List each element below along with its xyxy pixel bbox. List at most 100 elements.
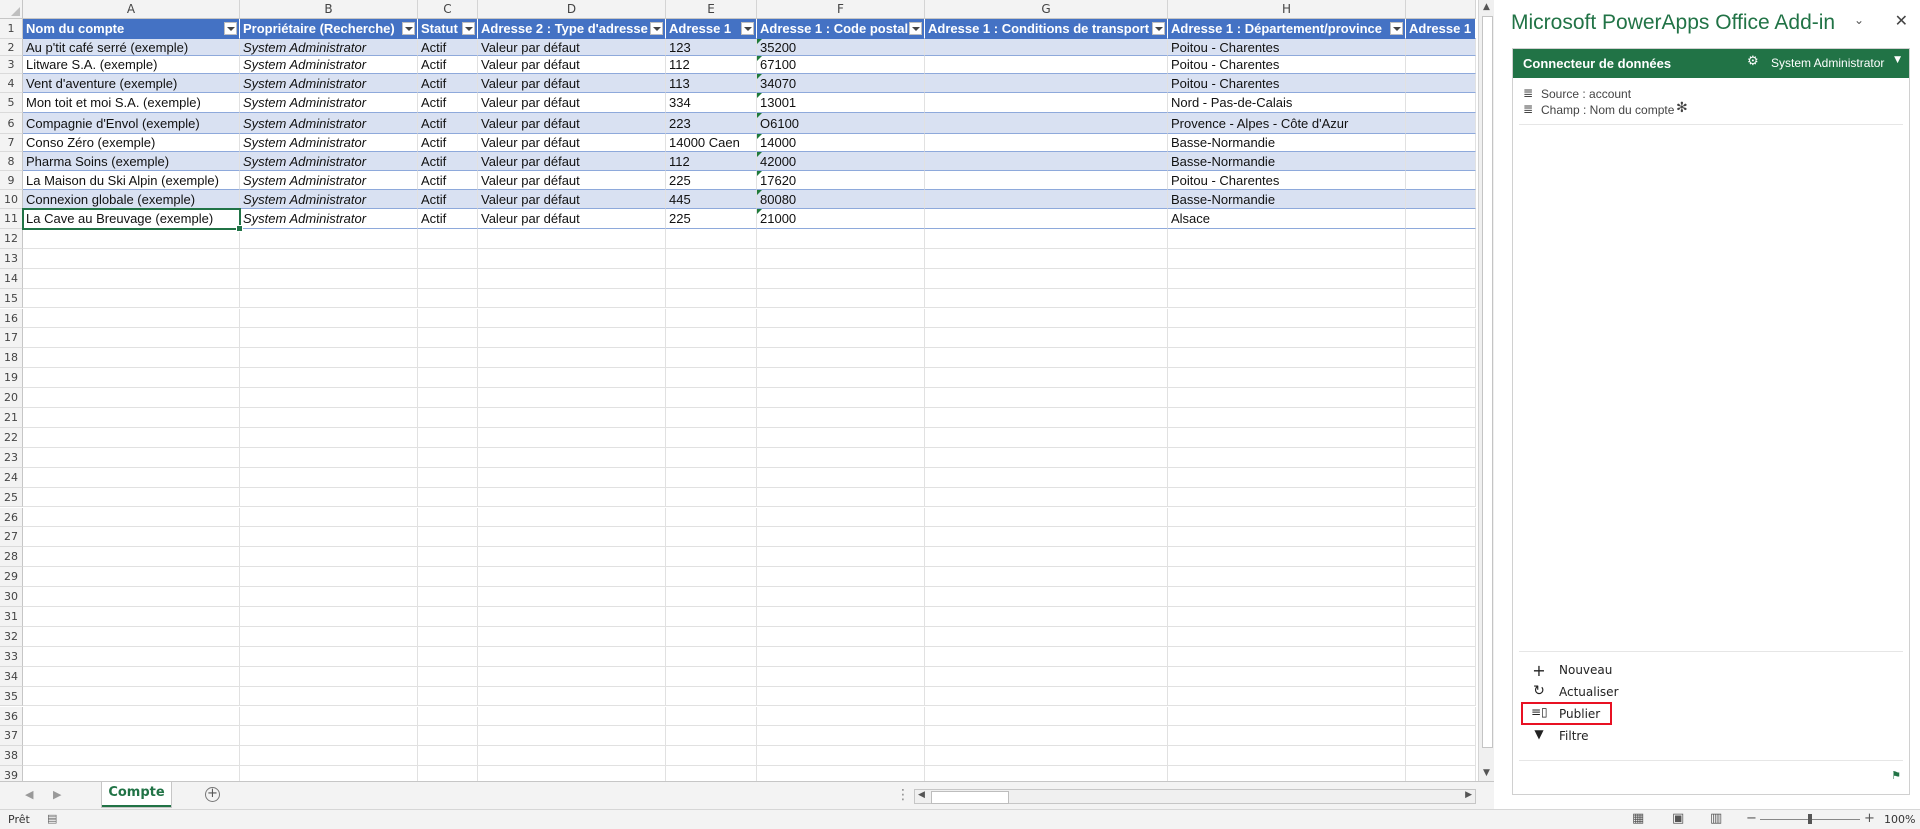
cell[interactable] bbox=[240, 288, 418, 309]
cell[interactable] bbox=[1406, 626, 1476, 647]
cell[interactable] bbox=[1168, 487, 1406, 508]
table-cell[interactable]: Valeur par défaut bbox=[478, 113, 666, 134]
table-cell[interactable]: Actif bbox=[418, 134, 478, 152]
table-cell[interactable]: Poitou - Charentes bbox=[1168, 56, 1406, 74]
cell[interactable] bbox=[666, 328, 757, 349]
table-header-cell[interactable]: Adresse 1 : Code postal bbox=[757, 19, 925, 39]
cell[interactable] bbox=[666, 706, 757, 727]
cell[interactable] bbox=[240, 726, 418, 747]
table-cell[interactable]: System Administrator bbox=[240, 39, 418, 56]
add-sheet-icon[interactable]: + bbox=[205, 787, 220, 802]
cell[interactable] bbox=[925, 507, 1168, 528]
table-cell[interactable]: 225 bbox=[666, 209, 757, 229]
cell[interactable] bbox=[478, 268, 666, 289]
row-header[interactable]: 21 bbox=[0, 408, 23, 428]
cell[interactable] bbox=[1406, 487, 1476, 508]
cell[interactable] bbox=[1406, 706, 1476, 727]
cell[interactable] bbox=[1168, 686, 1406, 707]
table-cell[interactable]: Actif bbox=[418, 74, 478, 93]
cell[interactable] bbox=[240, 368, 418, 389]
cell[interactable] bbox=[240, 348, 418, 369]
column-header[interactable]: C bbox=[418, 0, 478, 19]
pane-options-chevron-icon[interactable]: ⌄ bbox=[1854, 13, 1864, 27]
table-cell[interactable]: Provence - Alpes - Côte d'Azur bbox=[1168, 113, 1406, 134]
cell[interactable] bbox=[240, 766, 418, 781]
table-cell[interactable]: 14000 bbox=[757, 134, 925, 152]
table-cell[interactable]: Actif bbox=[418, 93, 478, 113]
cell[interactable] bbox=[418, 408, 478, 428]
table-cell[interactable]: 17620 bbox=[757, 171, 925, 190]
cell[interactable] bbox=[1168, 288, 1406, 309]
user-menu[interactable]: System Administrator bbox=[1771, 56, 1884, 70]
row-header[interactable]: 30 bbox=[0, 587, 23, 607]
cell[interactable] bbox=[1168, 646, 1406, 667]
table-header-cell[interactable]: Adresse 1 : Département/province bbox=[1168, 19, 1406, 39]
cell[interactable] bbox=[1168, 527, 1406, 548]
cell[interactable] bbox=[925, 726, 1168, 747]
cell[interactable] bbox=[478, 288, 666, 309]
row-header[interactable]: 26 bbox=[0, 507, 23, 528]
cell[interactable] bbox=[418, 388, 478, 408]
cell[interactable] bbox=[478, 228, 666, 249]
cell[interactable] bbox=[23, 726, 240, 747]
cell[interactable] bbox=[1406, 408, 1476, 428]
table-cell[interactable]: Actif bbox=[418, 39, 478, 56]
prev-sheet-arrow-icon[interactable]: ◀ bbox=[25, 788, 33, 801]
table-cell[interactable]: 113 bbox=[666, 74, 757, 93]
cell[interactable] bbox=[240, 328, 418, 349]
column-header[interactable]: E bbox=[666, 0, 757, 19]
gear-icon[interactable]: ⚙ bbox=[1747, 54, 1759, 69]
cell[interactable] bbox=[925, 646, 1168, 667]
cell[interactable] bbox=[666, 607, 757, 627]
cell[interactable] bbox=[23, 626, 240, 647]
table-cell[interactable]: Conso Zéro (exemple) bbox=[23, 134, 240, 152]
table-cell[interactable]: 42000 bbox=[757, 152, 925, 171]
cell[interactable] bbox=[666, 567, 757, 588]
cell[interactable] bbox=[1406, 567, 1476, 588]
cell[interactable] bbox=[23, 408, 240, 428]
filter-dropdown-icon[interactable] bbox=[224, 22, 237, 35]
cell[interactable] bbox=[418, 527, 478, 548]
table-cell[interactable] bbox=[925, 39, 1168, 56]
cell[interactable] bbox=[418, 348, 478, 369]
cell[interactable] bbox=[240, 308, 418, 329]
table-cell[interactable] bbox=[1406, 134, 1476, 152]
table-cell[interactable] bbox=[925, 113, 1168, 134]
row-header[interactable]: 10 bbox=[0, 190, 23, 209]
table-cell[interactable]: Actif bbox=[418, 56, 478, 74]
cell[interactable] bbox=[1168, 427, 1406, 448]
cell[interactable] bbox=[666, 487, 757, 508]
cell[interactable] bbox=[418, 507, 478, 528]
cell[interactable] bbox=[757, 308, 925, 329]
cell[interactable] bbox=[757, 666, 925, 687]
cell[interactable] bbox=[418, 666, 478, 687]
cell[interactable] bbox=[666, 666, 757, 687]
cell[interactable] bbox=[925, 746, 1168, 767]
cell[interactable] bbox=[1406, 547, 1476, 568]
cell[interactable] bbox=[23, 368, 240, 389]
cell[interactable] bbox=[757, 348, 925, 369]
cell[interactable] bbox=[1406, 228, 1476, 249]
cell[interactable] bbox=[757, 646, 925, 667]
cell[interactable] bbox=[478, 726, 666, 747]
cell[interactable] bbox=[1406, 766, 1476, 781]
sheet-tab-compte[interactable]: Compte bbox=[101, 782, 172, 808]
scroll-right-arrow-icon[interactable]: ▶ bbox=[1465, 790, 1472, 800]
row-header[interactable]: 19 bbox=[0, 368, 23, 389]
row-header[interactable]: 2 bbox=[0, 39, 23, 56]
normal-view-icon[interactable]: ▦ bbox=[1632, 811, 1644, 826]
table-cell[interactable]: 223 bbox=[666, 113, 757, 134]
page-break-view-icon[interactable]: ▥ bbox=[1710, 811, 1722, 826]
table-cell[interactable] bbox=[925, 171, 1168, 190]
cell[interactable] bbox=[240, 447, 418, 468]
cell[interactable] bbox=[418, 487, 478, 508]
cell[interactable] bbox=[925, 447, 1168, 468]
cell[interactable] bbox=[757, 587, 925, 607]
cell[interactable] bbox=[1406, 587, 1476, 607]
cell[interactable] bbox=[1168, 268, 1406, 289]
cell[interactable] bbox=[757, 248, 925, 269]
table-cell[interactable]: Mon toit et moi S.A. (exemple) bbox=[23, 93, 240, 113]
cell[interactable] bbox=[1168, 228, 1406, 249]
cell[interactable] bbox=[418, 228, 478, 249]
cell[interactable] bbox=[925, 527, 1168, 548]
